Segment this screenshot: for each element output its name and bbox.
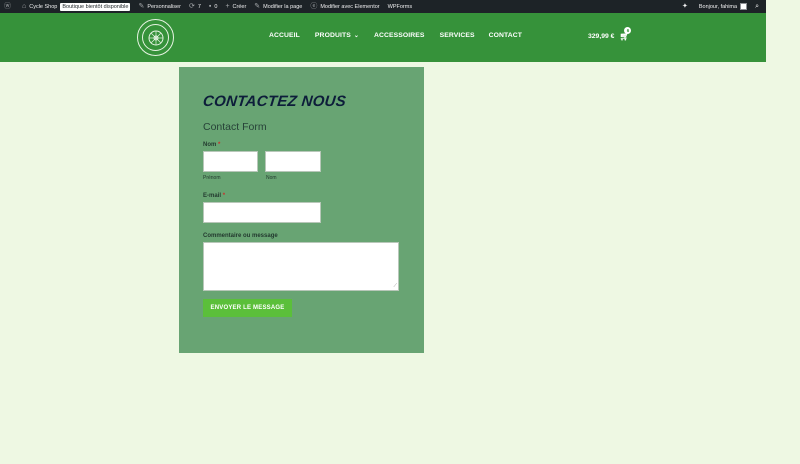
search-icon: ⌕ (755, 3, 759, 10)
page-title: CONTACTEZ NOUS (202, 93, 347, 110)
customize-label: Personnaliser (147, 3, 181, 10)
nav-item-contact[interactable]: CONTACT (489, 32, 522, 39)
name-label-text: Nom (203, 142, 217, 148)
updates-count: 7 (197, 3, 201, 10)
new-content-item[interactable]: + Créer (221, 0, 250, 13)
cart-button[interactable]: 329,99 € 🛒︎ 6 (588, 27, 632, 41)
logo-inner-ring (142, 24, 169, 51)
new-label: Créer (232, 3, 247, 10)
page-right-margin (766, 0, 800, 464)
name-label: Nom * (203, 142, 220, 148)
wordpress-icon: ⓦ (4, 3, 11, 10)
contact-panel: CONTACTEZ NOUS Contact Form Nom * Prénom… (179, 67, 424, 353)
wpforms-label: WPForms (387, 3, 413, 10)
site-name-item[interactable]: ⌂ Cycle Shop Boutique bientôt disponible (18, 0, 134, 13)
site-header: ACCUEIL PRODUITS ⌄ ACCESSOIRES SERVICES C… (0, 13, 766, 62)
email-input[interactable] (203, 202, 321, 223)
chevron-down-icon: ⌄ (353, 33, 359, 39)
main-nav: ACCUEIL PRODUITS ⌄ ACCESSOIRES SERVICES C… (269, 32, 522, 39)
submit-button[interactable]: ENVOYER LE MESSAGE (203, 299, 292, 317)
my-account-item[interactable]: Bonjour, fahima (695, 0, 751, 13)
email-label: E-mail * (203, 193, 225, 199)
cart-count-badge: 6 (624, 27, 632, 34)
brush-icon: ✎ (138, 3, 145, 10)
wordpress-logo-item[interactable]: ⓦ (0, 0, 18, 13)
wpforms-item[interactable]: WPForms (384, 0, 416, 13)
required-mark: * (222, 193, 226, 199)
resize-handle-icon[interactable]: ⟋ (393, 284, 397, 289)
first-name-sublabel: Prénom (203, 175, 221, 181)
site-name: Cycle Shop (29, 3, 58, 10)
coming-soon-badge: Boutique bientôt disponible (60, 2, 131, 11)
email-label-text: E-mail (203, 193, 222, 199)
ai-sparkle-item[interactable]: ✦ (678, 0, 695, 13)
updates-item[interactable]: ⟳ 7 (185, 0, 205, 13)
updates-icon: ⟳ (188, 3, 195, 10)
message-label: Commentaire ou message (203, 233, 278, 239)
nav-item-produits[interactable]: PRODUITS ⌄ (315, 32, 359, 39)
site-logo[interactable] (137, 19, 174, 56)
last-name-input[interactable] (265, 151, 321, 172)
message-textarea[interactable]: ⟋ (203, 242, 399, 291)
cart-icon: 🛒︎ 6 (619, 27, 632, 41)
required-mark: * (218, 142, 221, 148)
admin-bar: ⓦ ⌂ Cycle Shop Boutique bientôt disponib… (0, 0, 766, 13)
comment-icon: ▪ (208, 3, 212, 10)
home-icon: ⌂ (22, 3, 27, 10)
first-name-input[interactable] (203, 151, 258, 172)
bicycle-wheel-icon (148, 30, 163, 45)
search-item[interactable]: ⌕ (751, 0, 766, 13)
nav-item-accessoires[interactable]: ACCESSOIRES (374, 32, 425, 39)
form-title: Contact Form (203, 121, 267, 133)
sparkle-icon: ✦ (681, 3, 688, 10)
edit-page-item[interactable]: ✎ Modifier la page (250, 0, 306, 13)
elementor-icon: ⓔ (310, 3, 318, 10)
nav-item-accueil[interactable]: ACCUEIL (269, 32, 300, 39)
comments-item[interactable]: ▪ 0 (205, 0, 222, 13)
comments-count: 0 (214, 3, 218, 10)
customize-item[interactable]: ✎ Personnaliser (134, 0, 185, 13)
last-name-sublabel: Nom (266, 175, 277, 181)
pencil-icon: ✎ (254, 3, 261, 10)
edit-elementor-label: Modifier avec Elementor (320, 3, 380, 10)
avatar (740, 3, 748, 10)
edit-page-label: Modifier la page (263, 3, 303, 10)
edit-elementor-item[interactable]: ⓔ Modifier avec Elementor (306, 0, 383, 13)
plus-icon: + (225, 3, 230, 10)
nav-item-services[interactable]: SERVICES (440, 32, 475, 39)
cart-total: 329,99 € (588, 33, 615, 40)
greeting: Bonjour, fahima (698, 3, 738, 10)
nav-item-produits-label: PRODUITS (314, 32, 351, 39)
